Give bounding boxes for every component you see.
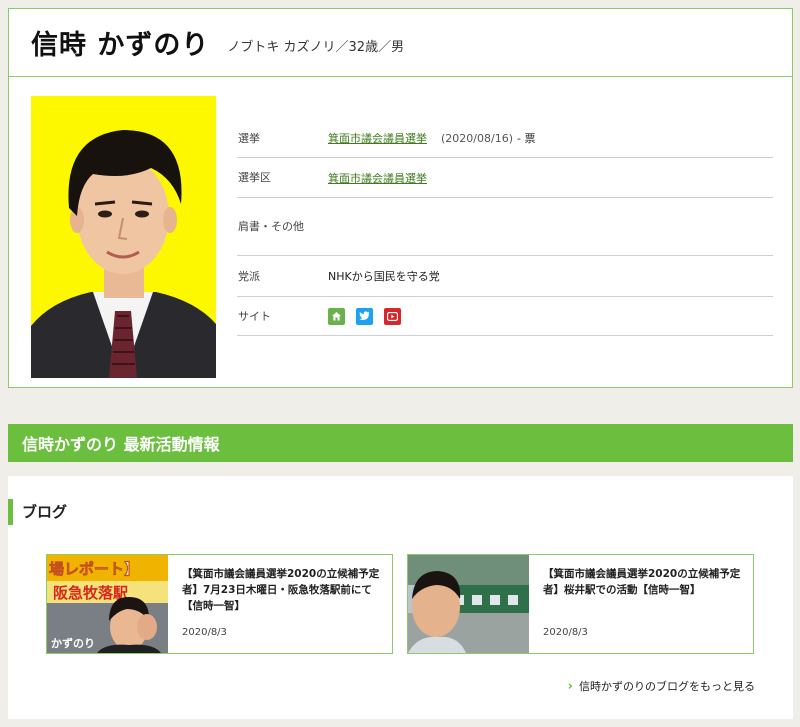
- district-label: 選挙区: [238, 171, 271, 184]
- more-blog-label: 信時かずのりのブログをもっと見る: [579, 680, 755, 693]
- title-label: 肩書・その他: [238, 220, 304, 233]
- district-link[interactable]: 箕面市議会議員選挙: [328, 170, 427, 186]
- blog-title: ブログ: [8, 499, 67, 525]
- blog-post-thumbnail: [408, 555, 529, 653]
- name-row: 信時 かずのり ノブトキ カズノリ／32歳／男: [9, 9, 792, 77]
- row-election: 選挙 箕面市議会議員選挙 (2020/08/16) - 票: [237, 119, 773, 158]
- blog-post-title: 【箕面市議会議員選挙2020の立候補予定者】桜井駅での活動【信時一智】: [543, 568, 741, 596]
- candidate-name: 信時 かずのり: [31, 30, 210, 61]
- youtube-icon[interactable]: [384, 307, 401, 325]
- twitter-icon[interactable]: [356, 307, 373, 325]
- party-label: 党派: [238, 269, 260, 283]
- candidate-reading: ノブトキ カズノリ／32歳／男: [227, 40, 405, 55]
- thumb-text-top: 場レポート】: [49, 560, 139, 578]
- site-label: サイト: [238, 309, 271, 323]
- more-blog-link[interactable]: › 信時かずのりのブログをもっと見る: [568, 678, 755, 694]
- activity-section-header: 信時かずのり 最新活動情報: [8, 424, 793, 462]
- profile-info-table: 選挙 箕面市議会議員選挙 (2020/08/16) - 票 選挙区 箕面市議会議…: [237, 119, 773, 336]
- profile-card: 信時 かずのり ノブトキ カズノリ／32歳／男 選挙 箕面市議会議員選挙 (20…: [8, 8, 793, 388]
- blog-post-date: 2020/8/3: [543, 627, 588, 638]
- thumb-text-mid: 阪急牧落駅: [53, 584, 129, 602]
- blog-post-card[interactable]: 【箕面市議会議員選挙2020の立候補予定者】桜井駅での活動【信時一智】 2020…: [407, 554, 754, 654]
- home-icon[interactable]: [328, 307, 345, 325]
- blog-post-card[interactable]: 場レポート】 阪急牧落駅 かずのり 【箕面市議会議員選挙2020の立候補予定者】…: [46, 554, 393, 654]
- row-title: 肩書・その他: [237, 198, 773, 256]
- election-votes: - 票: [516, 132, 536, 145]
- blog-post-date: 2020/8/3: [182, 627, 227, 638]
- election-link[interactable]: 箕面市議会議員選挙: [328, 130, 427, 146]
- row-site: サイト: [237, 297, 773, 336]
- candidate-photo: [31, 96, 216, 378]
- blog-post-thumbnail: 場レポート】 阪急牧落駅 かずのり: [47, 555, 168, 653]
- party-value: NHKから国民を守る党: [328, 270, 440, 283]
- row-district: 選挙区 箕面市議会議員選挙: [237, 158, 773, 198]
- election-label: 選挙: [238, 131, 260, 145]
- thumb-caption: かずのり: [51, 636, 95, 650]
- chevron-right-icon: ›: [567, 678, 573, 694]
- blog-panel: ブログ 場レポート】 阪急牧落駅 かずのり 【箕面市議会議員選挙2020の立候補…: [8, 476, 793, 719]
- blog-post-title: 【箕面市議会議員選挙2020の立候補予定者】7月23日木曜日・阪急牧落駅前にて【…: [182, 568, 380, 612]
- election-date: (2020/08/16): [441, 131, 513, 145]
- row-party: 党派 NHKから国民を守る党: [237, 256, 773, 297]
